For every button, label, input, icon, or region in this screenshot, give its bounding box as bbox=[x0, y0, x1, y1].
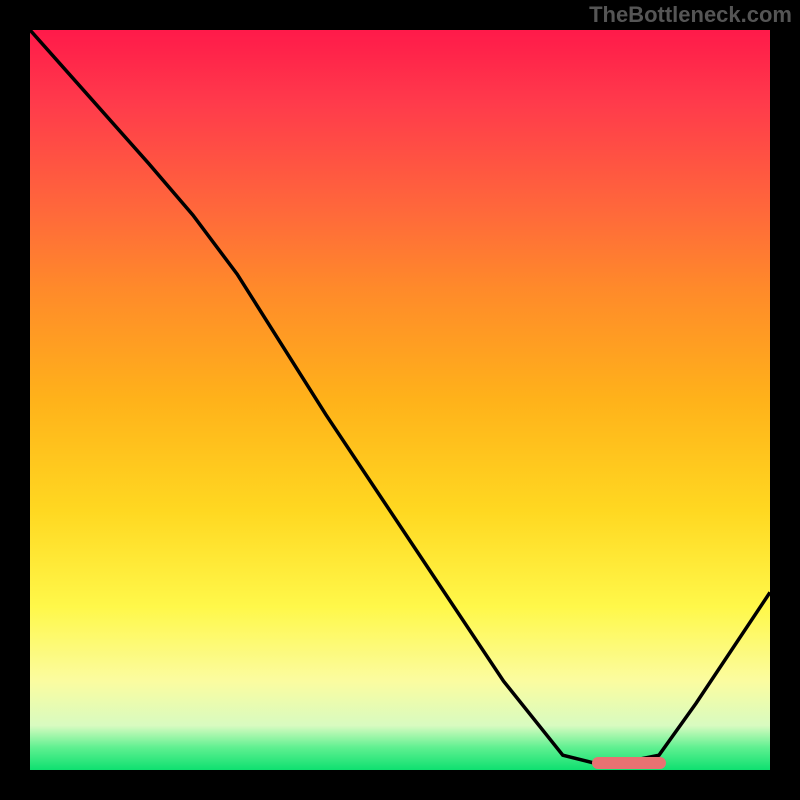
bottleneck-curve bbox=[30, 30, 770, 763]
chart-svg bbox=[30, 30, 770, 770]
optimal-marker bbox=[592, 757, 666, 769]
plot-area bbox=[30, 30, 770, 770]
watermark-text: TheBottleneck.com bbox=[589, 2, 792, 28]
